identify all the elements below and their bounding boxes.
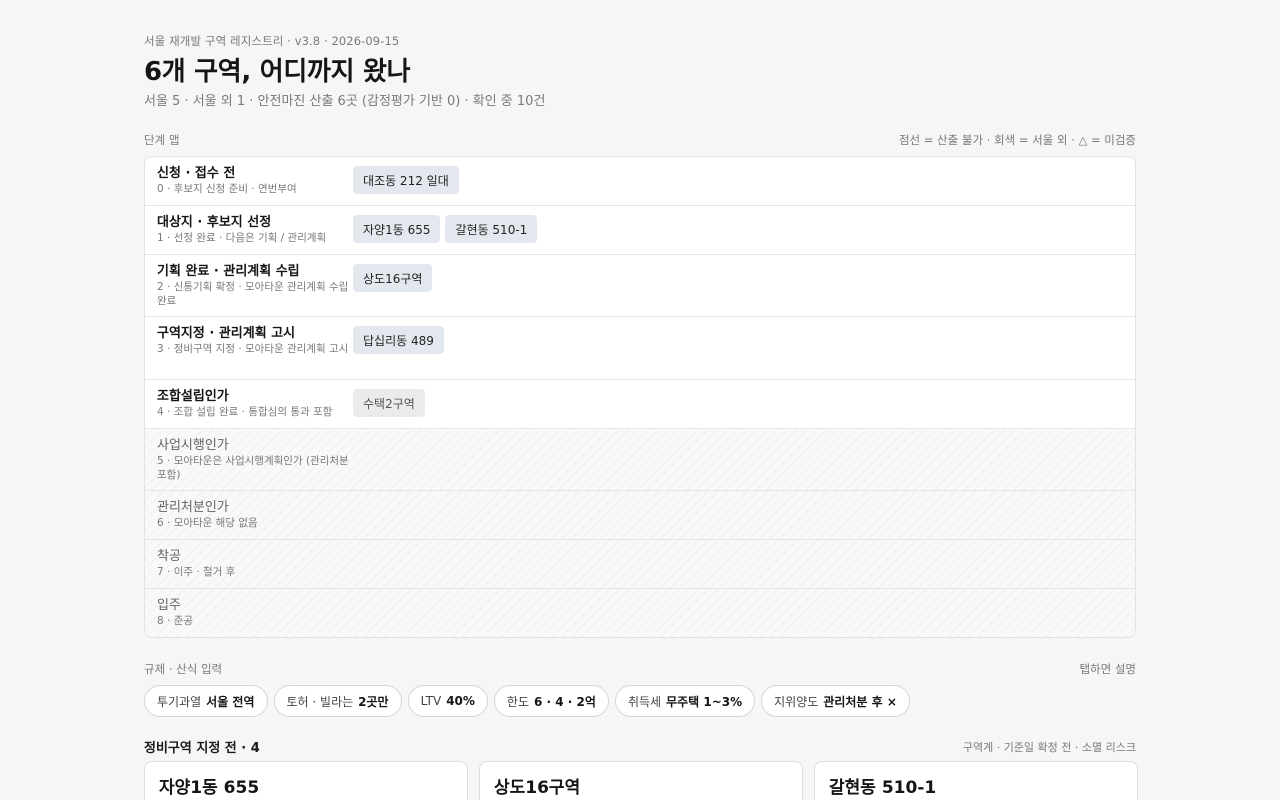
stage-row: 조합설립인가 4 · 조합 설립 완료 · 통합심의 통과 포함 수택2구역 xyxy=(145,380,1135,429)
district-card-name: 자양1동 655 xyxy=(159,778,260,798)
registry-meta: 서울 재개발 구역 레지스트리 · v3.8 · 2026-09-15 xyxy=(144,34,400,48)
stage-row: 구역지정 · 관리계획 고시 3 · 정비구역 지정 · 모아타운 관리계획 고시… xyxy=(145,317,1135,380)
pill-value: 2곳만 xyxy=(358,694,389,709)
district-card[interactable]: 갈현동 510-1 xyxy=(814,761,1138,800)
stage-chips: 상도16구역 xyxy=(353,255,433,316)
pill-key: 토허 · 빌라는 xyxy=(286,694,354,709)
regulation-header: 규제 · 산식 입력 탭하면 설명 xyxy=(144,661,1136,677)
district-chip[interactable]: 답십리동 489 xyxy=(353,326,444,354)
regulation-pill[interactable]: 한도 6 · 4 · 2억 xyxy=(493,685,609,717)
stage-name: 입주 xyxy=(157,598,181,613)
stage-name: 조합설립인가 xyxy=(157,389,229,404)
stage-label: 조합설립인가 4 · 조합 설립 완료 · 통합심의 통과 포함 xyxy=(145,380,353,428)
district-card-name: 갈현동 510-1 xyxy=(829,778,937,798)
stage-desc: 4 · 조합 설립 완료 · 통합심의 통과 포함 xyxy=(157,406,333,418)
stage-desc: 5 · 모아타운은 사업시행계획인가 (관리처분 포함) xyxy=(157,455,349,481)
district-card[interactable]: 자양1동 655 xyxy=(144,761,468,800)
pre-designation-hint: 구역계 · 기준일 확정 전 · 소멸 리스크 xyxy=(962,740,1136,754)
regulation-pills: 투기과열 서울 전역 토허 · 빌라는 2곳만 LTV 40% 한도 6 · 4 · 2억 취득… xyxy=(144,685,910,717)
stage-map-label: 단계 맵 xyxy=(144,133,180,147)
regulation-hint: 탭하면 설명 xyxy=(1079,662,1136,676)
district-chip[interactable]: 상도16구역 xyxy=(353,264,433,292)
stage-name: 기획 완료 · 관리계획 수립 xyxy=(157,264,300,279)
stage-name: 신청 · 접수 전 xyxy=(157,166,236,181)
regulation-pill[interactable]: 투기과열 서울 전역 xyxy=(144,685,268,717)
stage-desc: 0 · 후보지 신청 준비 · 연번부여 xyxy=(157,183,297,195)
stage-desc: 3 · 정비구역 지정 · 모아타운 관리계획 고시 xyxy=(157,343,349,355)
page-title: 6개 구역, 어디까지 왔나 xyxy=(144,57,411,87)
stage-label: 입주 8 · 준공 xyxy=(145,589,353,637)
stage-label: 착공 7 · 이주 · 철거 후 xyxy=(145,540,353,588)
stage-label: 기획 완료 · 관리계획 수립 2 · 신통기획 확정 · 모아타운 관리계획 수… xyxy=(145,255,353,316)
stage-name: 대상지 · 후보지 선정 xyxy=(157,215,272,230)
stage-desc: 6 · 모아타운 해당 없음 xyxy=(157,517,258,529)
pill-value: 관리처분 후 × xyxy=(823,694,897,709)
stage-desc: 2 · 신통기획 확정 · 모아타운 관리계획 수립 완료 xyxy=(157,281,349,307)
stage-row: 기획 완료 · 관리계획 수립 2 · 신통기획 확정 · 모아타운 관리계획 수… xyxy=(145,255,1135,317)
stage-label: 구역지정 · 관리계획 고시 3 · 정비구역 지정 · 모아타운 관리계획 고시 xyxy=(145,317,353,379)
district-card-name: 상도16구역 xyxy=(494,778,581,798)
stage-name: 관리처분인가 xyxy=(157,500,229,515)
pill-key: 취득세 xyxy=(627,694,662,709)
regulation-pill[interactable]: 취득세 무주택 1~3% xyxy=(614,685,756,717)
pill-key: 지위양도 xyxy=(774,694,819,709)
stage-chips: 수택2구역 xyxy=(353,380,425,428)
district-chip[interactable]: 자양1동 655 xyxy=(353,215,441,243)
pre-designation-label: 정비구역 지정 전 · 4 xyxy=(144,741,260,756)
stage-row: 착공 7 · 이주 · 철거 후 xyxy=(145,540,1135,589)
stage-label: 사업시행인가 5 · 모아타운은 사업시행계획인가 (관리처분 포함) xyxy=(145,429,353,490)
pre-designation-cards: 자양1동 655 상도16구역 갈현동 510-1 xyxy=(144,761,1138,800)
pill-value: 6 · 4 · 2억 xyxy=(534,694,596,709)
stage-label: 신청 · 접수 전 0 · 후보지 신청 준비 · 연번부여 xyxy=(145,157,353,205)
stage-label: 관리처분인가 6 · 모아타운 해당 없음 xyxy=(145,491,353,539)
stage-desc: 8 · 준공 xyxy=(157,615,194,627)
pre-designation-header: 정비구역 지정 전 · 4 구역계 · 기준일 확정 전 · 소멸 리스크 xyxy=(144,737,1136,757)
pill-value: 서울 전역 xyxy=(206,694,255,709)
pill-key: 투기과열 xyxy=(157,694,202,709)
stage-chips: 대조동 212 일대 xyxy=(353,157,459,205)
stage-label: 대상지 · 후보지 선정 1 · 선정 완료 · 다음은 기획 / 관리계획 xyxy=(145,206,353,254)
pill-key: LTV xyxy=(420,694,442,708)
stage-map-legend: 점선 = 산출 불가 · 회색 = 서울 외 · △ = 미검증 xyxy=(898,133,1136,147)
stage-name: 구역지정 · 관리계획 고시 xyxy=(157,326,296,341)
regulation-label: 규제 · 산식 입력 xyxy=(144,662,223,676)
stage-row: 사업시행인가 5 · 모아타운은 사업시행계획인가 (관리처분 포함) xyxy=(145,429,1135,491)
regulation-pill[interactable]: 지위양도 관리처분 후 × xyxy=(761,685,910,717)
stage-chips: 자양1동 655 갈현동 510-1 xyxy=(353,206,538,254)
stage-row: 관리처분인가 6 · 모아타운 해당 없음 xyxy=(145,491,1135,540)
district-chip[interactable]: 대조동 212 일대 xyxy=(353,166,459,194)
regulation-pill[interactable]: LTV 40% xyxy=(407,685,488,717)
stage-desc: 1 · 선정 완료 · 다음은 기획 / 관리계획 xyxy=(157,232,327,244)
stage-name: 착공 xyxy=(157,549,181,564)
stage-map: 신청 · 접수 전0 · 후보지 신청 준비 · 연번부여 대조동 212 일대 대… xyxy=(144,156,1136,638)
district-chip[interactable]: 갈현동 510-1 xyxy=(445,215,538,243)
page-subtitle: 서울 5 · 서울 외 1 · 안전마진 산출 6곳 (감정평가 기반 0) ·… xyxy=(144,94,546,109)
pill-key: 한도 xyxy=(506,694,530,709)
stage-name: 사업시행인가 xyxy=(157,438,229,453)
stage-desc: 7 · 이주 · 철거 후 xyxy=(157,566,236,578)
pill-value: 무주택 1~3% xyxy=(666,694,743,709)
stage-row: 입주 8 · 준공 xyxy=(145,589,1135,637)
district-chip[interactable]: 수택2구역 xyxy=(353,389,425,417)
regulation-pill[interactable]: 토허 · 빌라는 2곳만 xyxy=(273,685,402,717)
stage-map-header: 단계 맵 점선 = 산출 불가 · 회색 = 서울 외 · △ = 미검증 xyxy=(144,132,1136,148)
stage-row: 대상지 · 후보지 선정 1 · 선정 완료 · 다음은 기획 / 관리계획 자양1… xyxy=(145,206,1135,255)
stage-chips: 답십리동 489 xyxy=(353,317,444,379)
stage-row: 신청 · 접수 전 0 · 후보지 신청 준비 · 연번부여 대조동 212 일대 xyxy=(145,157,1135,206)
pill-value: 40% xyxy=(446,694,475,708)
district-card[interactable]: 상도16구역 xyxy=(479,761,803,800)
